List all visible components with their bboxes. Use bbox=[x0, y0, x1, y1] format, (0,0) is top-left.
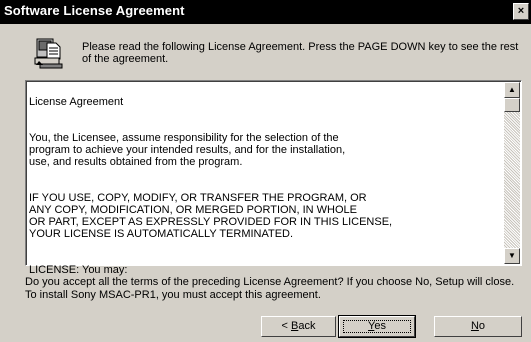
license-dialog: Software License Agreement × Please read… bbox=[0, 0, 531, 342]
close-button[interactable]: × bbox=[513, 3, 529, 20]
license-paragraph: IF YOU USE, COPY, MODIFY, OR TRANSFER TH… bbox=[29, 192, 393, 240]
no-button-accel: N bbox=[470, 320, 479, 332]
scrollbar-thumb[interactable] bbox=[504, 98, 520, 112]
vertical-scrollbar[interactable]: ▲ ▼ bbox=[504, 82, 520, 264]
scroll-down-button[interactable]: ▼ bbox=[504, 248, 520, 264]
setup-computer-icon bbox=[34, 38, 63, 69]
close-icon: × bbox=[517, 5, 525, 17]
no-button[interactable]: No bbox=[434, 316, 522, 337]
focus-rectangle bbox=[343, 320, 411, 333]
arrow-up-icon: ▲ bbox=[508, 85, 516, 94]
back-button-prefix: < bbox=[281, 320, 291, 332]
instructions-text: Please read the following License Agreem… bbox=[82, 41, 519, 65]
license-heading: License Agreement bbox=[29, 96, 124, 108]
title-bar[interactable]: Software License Agreement × bbox=[0, 0, 531, 24]
window-title: Software License Agreement bbox=[4, 3, 185, 18]
arrow-down-icon: ▼ bbox=[508, 251, 516, 260]
license-text-box[interactable]: License Agreement You, the Licensee, ass… bbox=[25, 80, 522, 276]
no-button-label: o bbox=[478, 320, 486, 332]
yes-button[interactable]: Yes bbox=[338, 315, 416, 338]
back-button-label: ack bbox=[298, 320, 316, 332]
back-button[interactable]: < Back bbox=[261, 316, 336, 337]
license-paragraph: LICENSE: You may: bbox=[29, 264, 128, 276]
license-paragraph: You, the Licensee, assume responsibility… bbox=[29, 132, 346, 168]
license-text: License Agreement You, the Licensee, ass… bbox=[29, 84, 503, 300]
acceptance-question: Do you accept all the terms of the prece… bbox=[25, 276, 515, 301]
scroll-up-button[interactable]: ▲ bbox=[504, 82, 520, 98]
